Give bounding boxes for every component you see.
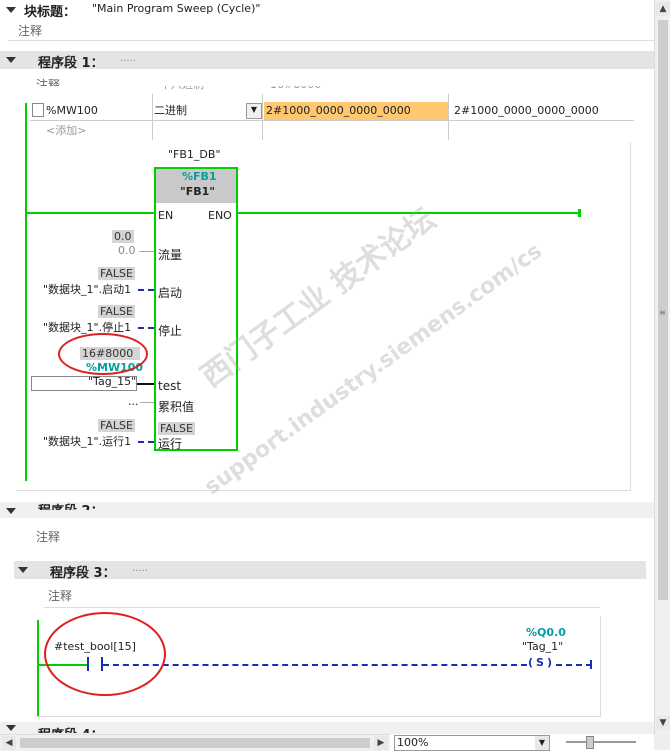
coil-right-paren: ) bbox=[546, 656, 552, 669]
scroll-up-button[interactable]: ▲ bbox=[656, 2, 670, 16]
run-wire bbox=[138, 441, 154, 443]
add-row[interactable]: <添加> bbox=[46, 122, 86, 140]
collapse-icon[interactable] bbox=[6, 7, 16, 13]
coil-address: %Q0.0 bbox=[526, 626, 566, 639]
zoom-value: 100% bbox=[397, 736, 429, 749]
run-value: FALSE bbox=[98, 419, 135, 432]
flow-value-top: 0.0 bbox=[112, 230, 134, 243]
format-value: 二进制 bbox=[154, 104, 187, 117]
fb-db-name[interactable]: "FB1_DB" bbox=[168, 148, 221, 161]
zoom-select[interactable]: 100% ▼ bbox=[394, 735, 550, 751]
segment-3-label: 程序段 3： bbox=[50, 566, 116, 581]
highlight-circle bbox=[58, 333, 148, 375]
table-name-cell[interactable]: %MW100 bbox=[46, 102, 150, 120]
rung-end-3 bbox=[590, 660, 592, 669]
rung-end bbox=[578, 209, 581, 217]
collapse-icon[interactable] bbox=[18, 567, 28, 573]
zoom-dropdown-icon[interactable]: ▼ bbox=[535, 736, 549, 750]
pin-accum: 累积值 bbox=[158, 400, 195, 414]
segment-2-comment[interactable]: 注释 bbox=[36, 528, 60, 545]
dropdown-button[interactable]: ▼ bbox=[246, 103, 262, 119]
power-rail-3 bbox=[37, 620, 39, 716]
scroll-grip-icon: ≡ bbox=[659, 308, 666, 317]
block-title-label: 块标题： bbox=[24, 5, 77, 20]
pin-run: 运行 bbox=[158, 437, 183, 451]
partial-value: 16#8000 bbox=[270, 86, 321, 94]
table-grid-v1 bbox=[152, 94, 153, 140]
watch-table: 十六进制 16#8000 %MW100 二进制 ▼ 2#1000_0000_00… bbox=[30, 86, 634, 142]
highlight-circle-2 bbox=[44, 612, 166, 696]
table-grid-v3 bbox=[448, 94, 449, 140]
start-wire bbox=[138, 289, 154, 291]
corner-grip bbox=[654, 734, 670, 750]
collapse-icon[interactable] bbox=[6, 57, 16, 63]
table-grid-v2 bbox=[262, 94, 263, 140]
power-rail bbox=[25, 103, 27, 481]
pin-stop: 停止 bbox=[158, 324, 183, 338]
coil-set[interactable]: (S) bbox=[528, 656, 552, 669]
segment-3-comment-line bbox=[44, 607, 600, 608]
run-tag[interactable]: "数据块_1".运行1 bbox=[43, 433, 131, 449]
scroll-right-button[interactable]: ▶ bbox=[374, 736, 388, 750]
coil-symbol: S bbox=[536, 656, 544, 669]
segment-2-label: 程序段 2： bbox=[38, 500, 104, 510]
segment-3-comment[interactable]: 注释 bbox=[48, 587, 72, 604]
collapse-icon[interactable] bbox=[6, 725, 16, 731]
start-tag[interactable]: "数据块_1".启动1 bbox=[43, 281, 131, 297]
rung-wire-3c bbox=[556, 664, 592, 666]
row-icon bbox=[32, 103, 44, 117]
table-monitor-cell: 2#1000_0000_0000_0000 bbox=[264, 102, 448, 120]
accum-value: ... bbox=[128, 395, 139, 408]
test-wire bbox=[137, 383, 154, 385]
coil-tag[interactable]: "Tag_1" bbox=[522, 640, 563, 653]
table-format-cell[interactable]: 二进制 ▼ bbox=[154, 102, 262, 120]
flow-value: 0.0 bbox=[118, 244, 136, 257]
table-modify-cell[interactable]: 2#1000_0000_0000_0000 bbox=[450, 102, 638, 120]
stop-tag[interactable]: "数据块_1".停止1 bbox=[43, 319, 131, 335]
scroll-down-button[interactable]: ▼ bbox=[656, 716, 670, 730]
test-tag[interactable]: "Tag_15" bbox=[88, 375, 136, 388]
segment-1-label: 程序段 1： bbox=[38, 56, 104, 71]
partial-format: 十六进制 bbox=[160, 86, 204, 94]
function-block[interactable]: %FB1 "FB1" EN ENO 流量 启动 停止 test 累积值 FALS… bbox=[154, 167, 238, 451]
divider bbox=[8, 40, 654, 41]
collapse-icon[interactable] bbox=[6, 508, 16, 514]
scroll-left-button[interactable]: ◀ bbox=[2, 736, 16, 750]
table-grid-line bbox=[30, 120, 634, 121]
flow-wire bbox=[139, 251, 154, 252]
zoom-slider[interactable] bbox=[566, 736, 636, 749]
pin-start: 启动 bbox=[158, 286, 183, 300]
rung-wire-3b bbox=[103, 664, 527, 666]
accum-wire bbox=[140, 402, 154, 403]
zoom-slider-thumb[interactable] bbox=[586, 736, 594, 749]
rung-wire bbox=[27, 212, 155, 214]
pin-test: test bbox=[158, 379, 182, 393]
horizontal-scrollbar[interactable]: ◀ ▶ bbox=[0, 734, 390, 751]
block-comment[interactable]: 注释 bbox=[18, 22, 42, 39]
segment-1-title[interactable]: ..... bbox=[120, 53, 136, 64]
h-scroll-thumb[interactable] bbox=[20, 738, 370, 748]
segment-3-title[interactable]: ..... bbox=[132, 563, 148, 574]
segment-4-label: 程序段 4： bbox=[38, 724, 104, 733]
partial-row: 十六进制 16#8000 bbox=[30, 86, 634, 94]
pin-run-value: FALSE bbox=[158, 422, 195, 435]
fb-name: "FB1" bbox=[180, 185, 216, 198]
pin-flow: 流量 bbox=[158, 248, 183, 262]
block-title-value[interactable]: "Main Program Sweep (Cycle)" bbox=[92, 2, 260, 15]
vertical-scrollbar[interactable]: ▲ ≡ ▼ bbox=[654, 0, 670, 734]
pin-eno: ENO bbox=[208, 209, 232, 222]
fb-address: %FB1 bbox=[182, 170, 217, 183]
stop-wire bbox=[138, 327, 154, 329]
start-value: FALSE bbox=[98, 267, 135, 280]
stop-value: FALSE bbox=[98, 305, 135, 318]
pin-en: EN bbox=[158, 209, 174, 222]
